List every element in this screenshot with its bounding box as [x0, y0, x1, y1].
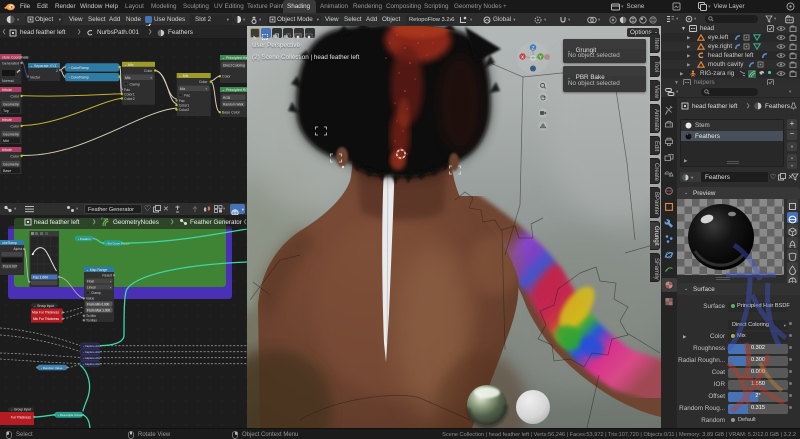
svg-text:⌄ Group Input: ⌄ Group Input [34, 304, 55, 308]
svg-text:Color2: Color2 [124, 97, 135, 101]
svg-text:Y: Y [539, 55, 542, 60]
svg-text:› ColorRamp: › ColorRamp [69, 76, 89, 80]
svg-text:To Min: To Min [86, 314, 96, 318]
svg-text:› Random Value: › Random Value [41, 366, 63, 370]
svg-text:› Capture Attr...: › Capture Attr... [83, 362, 102, 366]
svg-text:Generated: Generated [2, 62, 19, 66]
svg-text:tribute: tribute [2, 88, 12, 92]
svg-text:Color: Color [222, 75, 231, 79]
svg-text:X: X [521, 55, 524, 60]
svg-text:Pos 0.037: Pos 0.037 [3, 265, 18, 269]
svg-text:Mix: Mix [125, 76, 131, 80]
svg-text:Color2: Color2 [179, 108, 190, 112]
svg-text:Clamp: Clamp [130, 82, 140, 86]
svg-text:⌄ Mix: ⌄ Mix [179, 74, 189, 78]
svg-text:Fac: Fac [124, 88, 130, 92]
svg-text:Normal: Normal [2, 79, 14, 83]
svg-text:From Max 1.000: From Max 1.000 [87, 308, 110, 312]
svg-text:Base: Base [3, 169, 11, 173]
svg-text:Clamp: Clamp [91, 291, 101, 295]
svg-text:⌄ Principled Hair: ⌄ Principled Hair [222, 56, 247, 60]
svg-text:› Position: › Position [78, 237, 91, 241]
svg-text:Color: Color [10, 125, 19, 129]
svg-text:Top: Top [3, 109, 9, 113]
svg-text:Fur Thickness: Fur Thickness [11, 416, 31, 420]
svg-text:⌄ Principled RGB: ⌄ Principled RGB [222, 88, 247, 92]
svg-text:⌄ Group Input: ⌄ Group Input [11, 408, 32, 412]
svg-text:Mix: Mix [180, 87, 186, 91]
svg-text:Base Color: Base Color [222, 111, 241, 115]
svg-text:Fac: Fac [179, 99, 185, 103]
svg-text:Color1: Color1 [179, 104, 190, 108]
svg-text:Value: Value [86, 297, 95, 301]
svg-text:Mid: Mid [3, 139, 9, 143]
svg-text:Alpha: Alpha [13, 247, 22, 251]
svg-text:Color: Color [10, 155, 19, 159]
svg-text:Vector: Vector [30, 76, 41, 80]
svg-text:Float: Float [87, 279, 94, 283]
svg-text:› ColorRamp: › ColorRamp [69, 66, 89, 70]
svg-text:⌄ Map Range: ⌄ Map Range [86, 268, 107, 272]
svg-text:› Capture Attr...: › Capture Attr... [83, 344, 102, 348]
svg-text:From Min 0.000: From Min 0.000 [87, 302, 110, 306]
svg-text:› Capture Attr...: › Capture Attr... [83, 356, 102, 360]
svg-text:2: 2 [56, 69, 58, 73]
svg-text:⌄ Separate XYZ: ⌄ Separate XYZ [30, 64, 57, 68]
svg-text:Fac 1.000: Fac 1.000 [33, 276, 48, 280]
svg-text:Max Fur Thickness: Max Fur Thickness [32, 311, 59, 315]
svg-text:To Max: To Max [86, 319, 97, 323]
svg-text:› Capture Attr...: › Capture Attr... [83, 350, 102, 354]
svg-text:Linear: Linear [87, 285, 97, 289]
svg-text:Color: Color [144, 69, 153, 73]
svg-text:Color: Color [10, 95, 19, 99]
svg-text:tribute: tribute [2, 118, 12, 122]
svg-text:olorRamp: olorRamp [2, 241, 17, 245]
svg-text:Color1: Color1 [124, 93, 135, 97]
svg-text:Min Fur Thickness: Min Fur Thickness [33, 317, 59, 321]
svg-text:tribute: tribute [2, 148, 12, 152]
svg-text:⌄ Mix: ⌄ Mix [124, 63, 134, 67]
svg-text:Random Walk: Random Walk [223, 102, 244, 106]
svg-text:› Resample Curve: › Resample Curve [58, 413, 83, 417]
svg-text:RGB: RGB [223, 96, 231, 100]
svg-text:Direct Coloring: Direct Coloring [223, 63, 245, 67]
svg-text:Z: Z [532, 46, 535, 51]
svg-text:xture Coordinate: xture Coordinate [2, 56, 29, 60]
svg-text:Color: Color [199, 80, 208, 84]
svg-text:Result: Result [102, 274, 112, 278]
svg-text:Fac: Fac [184, 94, 190, 98]
